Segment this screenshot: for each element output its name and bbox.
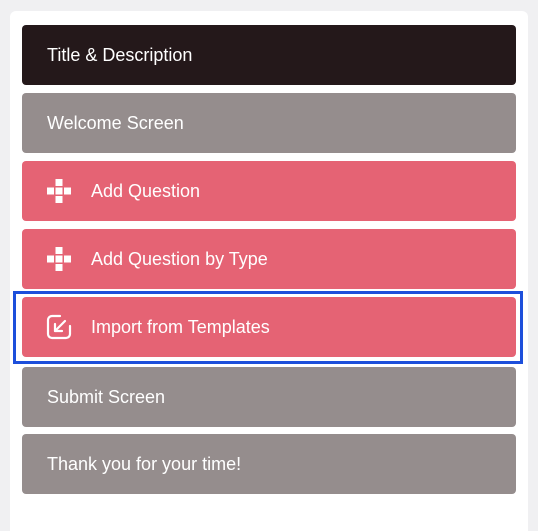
thank-you-button[interactable]: Thank you for your time! bbox=[22, 434, 516, 494]
submit-screen-button[interactable]: Submit Screen bbox=[22, 367, 516, 427]
welcome-screen-label: Welcome Screen bbox=[47, 112, 184, 133]
submit-screen-label: Submit Screen bbox=[47, 386, 166, 407]
import-icon bbox=[46, 314, 72, 340]
add-question-button[interactable]: Add Question bbox=[22, 161, 516, 221]
thank-you-label: Thank you for your time! bbox=[47, 453, 242, 474]
import-from-templates-button[interactable]: Import from Templates bbox=[22, 297, 516, 357]
add-question-label: Add Question bbox=[91, 180, 201, 201]
welcome-screen-button[interactable]: Welcome Screen bbox=[22, 93, 516, 153]
plus-icon bbox=[46, 178, 72, 204]
add-question-by-type-button[interactable]: Add Question by Type bbox=[22, 229, 516, 289]
plus-icon bbox=[46, 246, 72, 272]
title-description-label: Title & Description bbox=[47, 44, 193, 65]
title-description-button[interactable]: Title & Description bbox=[22, 25, 516, 85]
add-question-by-type-label: Add Question by Type bbox=[91, 248, 268, 269]
import-from-templates-label: Import from Templates bbox=[91, 316, 270, 337]
